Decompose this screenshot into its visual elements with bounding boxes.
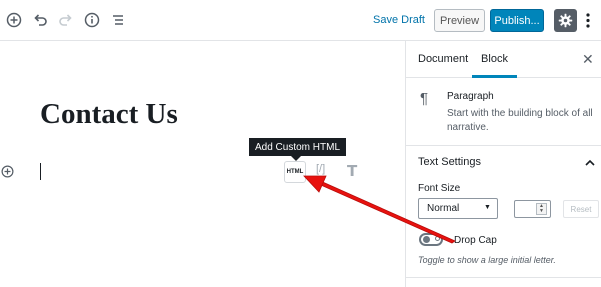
post-title[interactable]: Contact Us bbox=[40, 98, 178, 131]
paragraph-caret[interactable] bbox=[40, 163, 41, 180]
font-size-label: Font Size bbox=[418, 183, 461, 194]
save-draft-link[interactable]: Save Draft bbox=[373, 14, 425, 26]
block-navigation-icon[interactable] bbox=[108, 10, 128, 30]
editor-toolbar: Save Draft Preview Publish... bbox=[0, 0, 601, 41]
settings-toggle-button[interactable] bbox=[554, 9, 577, 32]
text-settings-title[interactable]: Text Settings bbox=[418, 156, 481, 168]
block-description: Start with the building block of all nar… bbox=[447, 108, 593, 133]
sidebar-tabs: Document Block ✕ bbox=[406, 41, 601, 78]
more-options-icon[interactable] bbox=[585, 12, 591, 29]
block-inserter-icon[interactable] bbox=[1, 165, 14, 178]
tab-block[interactable]: Block bbox=[472, 41, 517, 78]
tooltip: Add Custom HTML bbox=[249, 138, 346, 156]
close-icon[interactable]: ✕ bbox=[582, 51, 594, 68]
toggle-knob bbox=[423, 236, 430, 243]
heading-button[interactable]: T bbox=[347, 162, 357, 180]
redo-icon[interactable] bbox=[56, 10, 76, 30]
publish-button[interactable]: Publish... bbox=[490, 9, 544, 32]
chevron-down-icon: ▼ bbox=[484, 204, 491, 211]
add-block-icon[interactable] bbox=[4, 10, 24, 30]
divider bbox=[406, 277, 601, 278]
drop-cap-label: Drop Cap bbox=[454, 235, 497, 246]
toggle-off-indicator-icon bbox=[435, 236, 440, 241]
settings-sidebar: Document Block ✕ ¶ Paragraph Start with … bbox=[405, 41, 601, 287]
divider bbox=[406, 145, 601, 146]
drop-cap-toggle[interactable] bbox=[419, 233, 443, 246]
chevron-up-icon[interactable] bbox=[584, 155, 596, 166]
shortcode-button[interactable]: [/] bbox=[316, 163, 325, 175]
reset-button[interactable]: Reset bbox=[563, 200, 599, 218]
preview-button[interactable]: Preview bbox=[434, 9, 485, 32]
paragraph-icon: ¶ bbox=[420, 90, 429, 107]
custom-html-button[interactable]: HTML bbox=[284, 161, 306, 183]
gear-icon bbox=[558, 13, 573, 28]
drop-cap-help-text: Toggle to show a large initial letter. bbox=[418, 255, 556, 265]
tab-document[interactable]: Document bbox=[418, 53, 468, 65]
block-name: Paragraph bbox=[447, 91, 494, 102]
info-icon[interactable] bbox=[82, 10, 102, 30]
number-spinner-icon[interactable]: ▲ ▼ bbox=[536, 203, 547, 215]
undo-icon[interactable] bbox=[30, 10, 50, 30]
